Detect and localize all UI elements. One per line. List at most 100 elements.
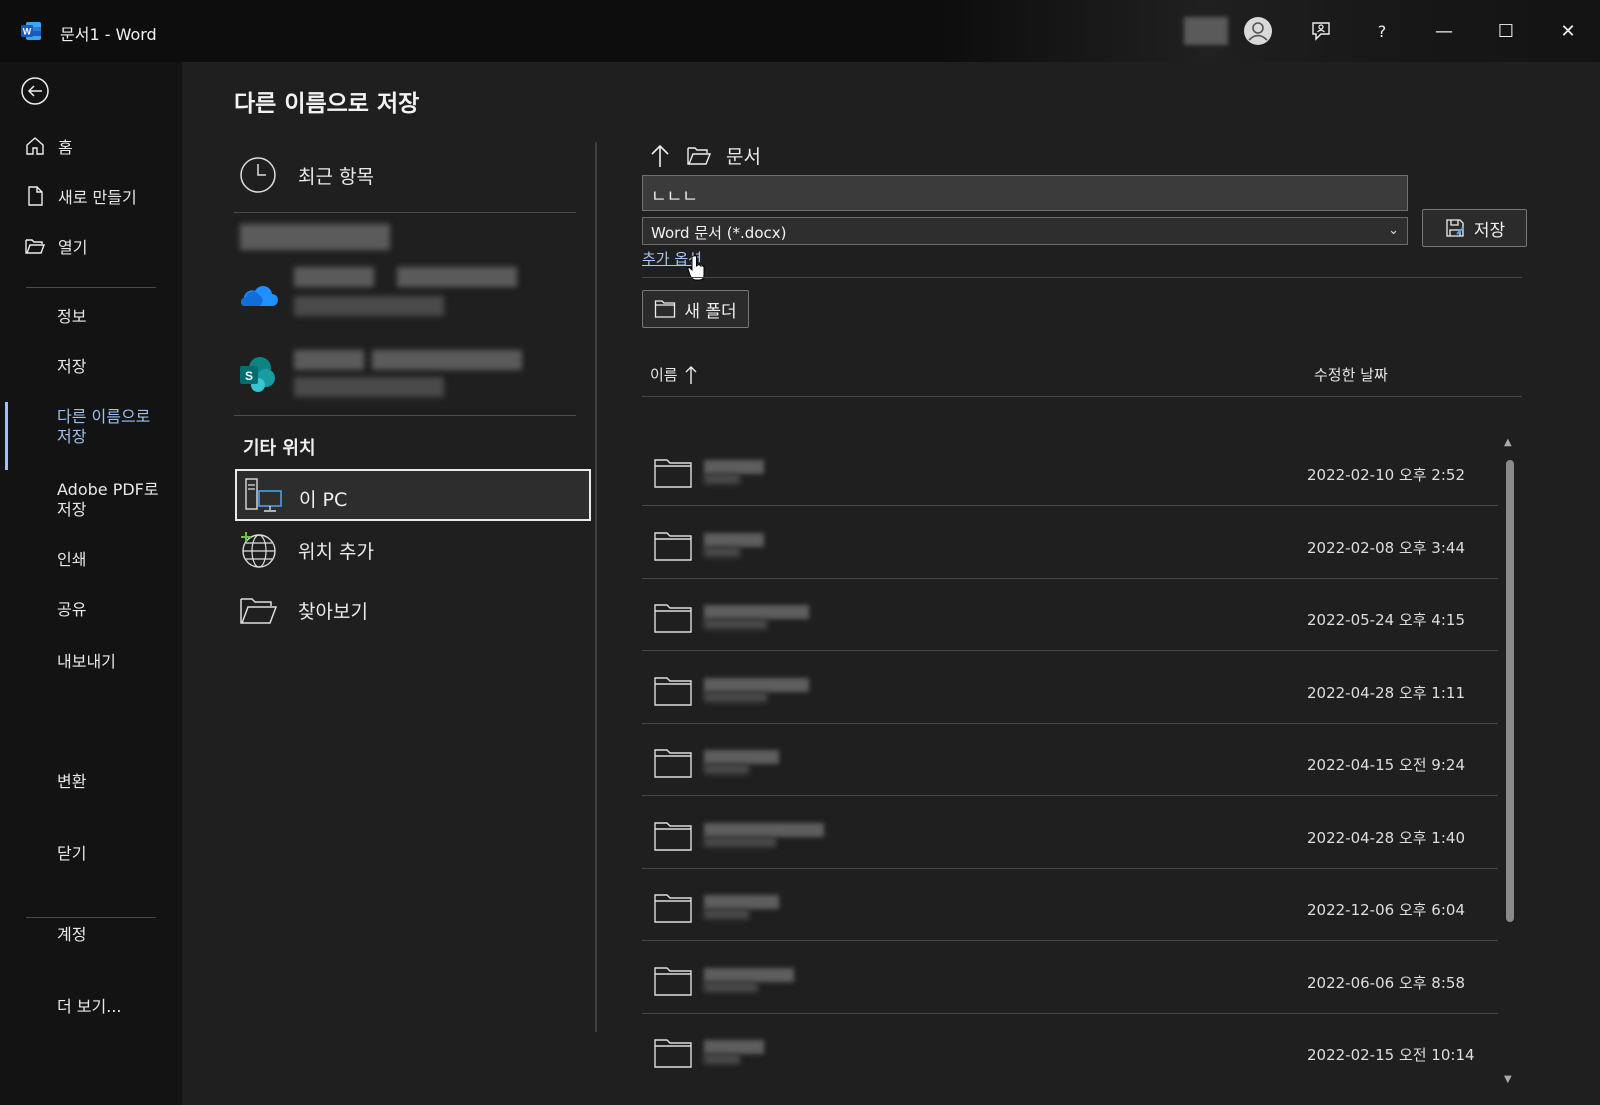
redacted-text: [397, 267, 517, 287]
redacted-filename: [704, 677, 809, 692]
sidebar-item-info[interactable]: 정보: [57, 307, 86, 327]
location-this-pc[interactable]: 이 PC: [235, 469, 591, 521]
folder-icon: [654, 604, 692, 633]
location-label: 최근 항목: [298, 165, 374, 188]
sidebar-item-save[interactable]: 저장: [57, 357, 86, 377]
file-row[interactable]: 2022-04-28 오후 1:40: [642, 797, 1498, 869]
current-folder[interactable]: 문서: [726, 142, 761, 169]
redacted-text: [372, 350, 522, 370]
sort-ascending-icon: [685, 365, 697, 384]
redacted-filename: [704, 619, 767, 629]
back-arrow-icon: [21, 77, 49, 105]
redacted-filename: [704, 691, 767, 702]
save-button-label: 저장: [1473, 220, 1506, 241]
file-date: 2022-04-28 오후 1:40: [1307, 828, 1465, 847]
sharepoint-icon: S: [240, 357, 275, 392]
redacted-text: [294, 377, 444, 397]
sidebar-item-new[interactable]: 새로 만들기: [24, 184, 137, 208]
sidebar-item-close[interactable]: 닫기: [57, 844, 86, 864]
file-row[interactable]: 2022-04-15 오전 9:24: [642, 724, 1498, 796]
save-button[interactable]: 저장: [1422, 209, 1527, 247]
sidebar-item-open[interactable]: 열기: [24, 234, 87, 258]
file-row[interactable]: 2022-05-24 오후 4:15: [642, 579, 1498, 651]
up-arrow-icon[interactable]: [648, 143, 672, 169]
folder-icon: [654, 966, 692, 996]
sidebar-item-share[interactable]: 공유: [57, 600, 86, 620]
word-logo-icon: W: [21, 22, 41, 40]
sidebar-item-label: 열기: [58, 238, 88, 257]
computer-icon: [245, 478, 282, 512]
filename-input[interactable]: ㄴㄴㄴ: [642, 175, 1408, 211]
redacted-filename: [704, 1054, 740, 1064]
account-name-redacted: [1184, 17, 1228, 45]
redacted-text: [294, 296, 444, 316]
sidebar-item-home[interactable]: 홈: [24, 134, 73, 158]
sidebar-item-transform[interactable]: 변환: [57, 772, 86, 792]
file-date: 2022-02-08 오후 3:44: [1307, 538, 1465, 557]
back-button[interactable]: [20, 76, 52, 108]
other-locations-heading: 기타 위치: [243, 438, 316, 459]
redacted-filename: [704, 895, 779, 909]
folder-icon: [654, 894, 692, 923]
new-folder-button[interactable]: 새 폴더: [642, 290, 749, 328]
location-browse[interactable]: 찾아보기: [238, 590, 368, 630]
sidebar-item-more[interactable]: 더 보기...: [57, 997, 122, 1017]
sidebar-item-save-as[interactable]: 다른 이름으로 저장: [57, 407, 167, 447]
scroll-up-arrow-icon[interactable]: ▲: [1504, 437, 1512, 448]
file-row[interactable]: 2022-04-28 오후 1:11: [642, 652, 1498, 724]
location-recent[interactable]: 최근 항목: [238, 155, 374, 195]
sidebar-item-print[interactable]: 인쇄: [57, 550, 86, 570]
file-row[interactable]: 2022-02-10 오후 2:52: [642, 434, 1498, 506]
sidebar-item-save-pdf[interactable]: Adobe PDF로 저장: [57, 480, 167, 520]
sidebar-divider: [26, 287, 156, 288]
file-date: 2022-04-15 오전 9:24: [1307, 756, 1465, 774]
home-icon: [26, 137, 44, 155]
panel-divider: [642, 277, 1522, 278]
sidebar-item-account[interactable]: 계정: [57, 925, 86, 945]
minimize-button[interactable]: —: [1428, 15, 1460, 47]
svg-text:S: S: [245, 369, 253, 383]
sidebar-item-export[interactable]: 내보내기: [57, 652, 116, 672]
maximize-button[interactable]: ☐: [1490, 15, 1522, 47]
folder-icon: [654, 1039, 692, 1068]
file-row[interactable]: 2022-02-15 오전 10:14: [642, 1014, 1498, 1086]
redacted-filename: [704, 822, 824, 837]
save-as-page: 다른 이름으로 저장 최근 항목 S 기타 위치 이 PC 위치 추가 찾아보기…: [182, 62, 1600, 1105]
help-button[interactable]: ?: [1366, 15, 1398, 47]
location-label: 위치 추가: [298, 540, 374, 563]
redacted-filename: [704, 546, 740, 557]
redacted-filename: [704, 909, 749, 919]
filetype-select[interactable]: Word 문서 (*.docx) ⌄: [642, 217, 1408, 245]
title-bar: W 문서1 - Word ? — ☐ ✕: [0, 0, 1600, 62]
redacted-filename: [704, 967, 794, 982]
save-disk-icon: [1446, 219, 1464, 237]
redacted-filename: [704, 532, 764, 547]
column-header-name[interactable]: 이름: [650, 364, 698, 385]
account-icon[interactable]: [1242, 15, 1274, 47]
folder-open-icon: [687, 146, 712, 165]
location-label: 이 PC: [299, 489, 348, 511]
column-header-date[interactable]: 수정한 날짜: [1314, 364, 1388, 385]
redacted-filename: [704, 836, 776, 847]
file-row[interactable]: 2022-06-06 오후 8:58: [642, 942, 1498, 1014]
column-label: 이름: [650, 366, 678, 384]
sidebar-divider: [26, 917, 156, 918]
redacted-filename: [704, 1040, 764, 1054]
redacted-filename: [704, 605, 809, 619]
window-title: 문서1 - Word: [60, 25, 157, 44]
open-folder-icon: [25, 239, 46, 254]
location-add-place[interactable]: 위치 추가: [238, 530, 374, 570]
scroll-down-arrow-icon[interactable]: ▼: [1504, 1074, 1512, 1085]
close-button[interactable]: ✕: [1552, 15, 1584, 47]
backstage-sidebar: 홈 새로 만들기 열기 정보 저장 다른 이름으로 저장 Adobe PDF로 …: [0, 62, 182, 1105]
file-row[interactable]: 2022-02-08 오후 3:44: [642, 507, 1498, 579]
file-row[interactable]: 2022-12-06 오후 6:04: [642, 869, 1498, 941]
onedrive-cloud-icon: [241, 286, 278, 306]
new-document-icon: [28, 186, 43, 206]
chevron-down-icon: ⌄: [1388, 223, 1399, 238]
file-date: 2022-06-06 오후 8:58: [1307, 973, 1465, 992]
redacted-filename: [704, 750, 779, 764]
scrollbar-thumb[interactable]: [1506, 460, 1514, 922]
feedback-icon[interactable]: [1305, 15, 1337, 47]
folder-icon: [654, 749, 692, 778]
